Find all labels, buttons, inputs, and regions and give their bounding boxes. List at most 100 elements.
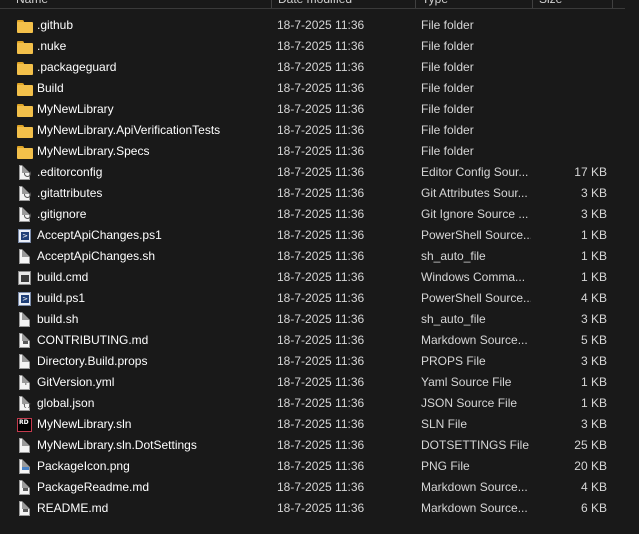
file-type: Windows Comma...: [421, 270, 526, 284]
file-size: 3 KB: [580, 207, 607, 221]
file-name: GitVersion.yml: [37, 375, 115, 389]
powershell-file-icon: >: [17, 225, 33, 246]
file-size: 3 KB: [580, 417, 607, 431]
file-name: .nuke: [37, 39, 67, 53]
file-name: .gitattributes: [37, 186, 103, 200]
file-size: 4 KB: [580, 291, 607, 305]
file-row[interactable]: Directory.Build.props 18-7-2025 11:36 PROP…: [0, 351, 639, 372]
file-name: build.cmd: [37, 270, 89, 284]
file-date-modified: 18-7-2025 11:36: [277, 501, 365, 515]
config-file-icon: [17, 204, 33, 225]
file-row[interactable]: PackageIcon.png 18-7-2025 11:36 PNG File 20…: [0, 456, 639, 477]
file-date-modified: 18-7-2025 11:36: [277, 270, 365, 284]
file-row[interactable]: > AcceptApiChanges.ps1 18-7-2025 11:36 Powe…: [0, 225, 639, 246]
file-size: 25 KB: [574, 438, 607, 452]
file-size: [533, 78, 607, 99]
cmd-file-icon: [17, 267, 33, 288]
folder-icon: [17, 99, 33, 120]
file-size: 1 KB: [580, 375, 607, 389]
blank-file-icon: [17, 246, 33, 267]
rider-solution-icon: RD: [17, 414, 33, 435]
file-row[interactable]: .gitattributes 18-7-2025 11:36 Git Attribu…: [0, 183, 639, 204]
file-name: PackageIcon.png: [37, 459, 130, 473]
file-date-modified: 18-7-2025 11:36: [277, 81, 365, 95]
folder-icon: [17, 36, 33, 57]
file-name: MyNewLibrary.Specs: [37, 144, 150, 158]
file-row[interactable]: MyNewLibrary.sln.DotSettings 18-7-2025 11…: [0, 435, 639, 456]
file-date-modified: 18-7-2025 11:36: [277, 396, 365, 410]
file-date-modified: 18-7-2025 11:36: [277, 333, 365, 347]
column-header-type[interactable]: Type: [416, 0, 533, 8]
file-type: File folder: [421, 102, 474, 116]
file-row[interactable]: RD MyNewLibrary.sln 18-7-2025 11:36 SLN Fil…: [0, 414, 639, 435]
file-row[interactable]: {} global.json 18-7-2025 11:36 JSON Source …: [0, 393, 639, 414]
vertical-scrollbar[interactable]: [625, 0, 639, 534]
file-name: .github: [37, 18, 74, 32]
file-row[interactable]: PackageReadme.md 18-7-2025 11:36 Markdown …: [0, 477, 639, 498]
file-row[interactable]: .editorconfig 18-7-2025 11:36 Editor Confi…: [0, 162, 639, 183]
powershell-file-icon: >: [17, 288, 33, 309]
file-type: Git Attributes Sour...: [421, 186, 528, 200]
file-row[interactable]: MyNewLibrary 18-7-2025 11:36 File folder: [0, 99, 639, 120]
file-date-modified: 18-7-2025 11:36: [277, 417, 365, 431]
file-row[interactable]: f GitVersion.yml 18-7-2025 11:36 Yaml Sourc…: [0, 372, 639, 393]
file-row[interactable]: CONTRIBUTING.md 18-7-2025 11:36 Markdown S…: [0, 330, 639, 351]
file-type: SLN File: [421, 417, 468, 431]
file-name: build.sh: [37, 312, 79, 326]
file-date-modified: 18-7-2025 11:36: [277, 123, 365, 137]
json-file-icon: {}: [17, 393, 33, 414]
file-date-modified: 18-7-2025 11:36: [277, 60, 365, 74]
column-header-row: Name Date modified Type Size: [0, 0, 639, 9]
file-type: JSON Source File: [421, 396, 518, 410]
file-type: Git Ignore Source ...: [421, 207, 529, 221]
column-header-size[interactable]: Size: [533, 0, 613, 8]
file-row[interactable]: .packageguard 18-7-2025 11:36 File folder: [0, 57, 639, 78]
file-row[interactable]: AcceptApiChanges.sh 18-7-2025 11:36 sh_aut…: [0, 246, 639, 267]
file-row[interactable]: .github 18-7-2025 11:36 File folder: [0, 15, 639, 36]
file-size: 3 KB: [580, 186, 607, 200]
file-date-modified: 18-7-2025 11:36: [277, 480, 365, 494]
file-type: sh_auto_file: [421, 249, 486, 263]
column-header-name[interactable]: Name: [10, 0, 272, 8]
file-row[interactable]: MyNewLibrary.ApiVerificationTests 18-7-20…: [0, 120, 639, 141]
file-name: README.md: [37, 501, 109, 515]
file-size: 1 KB: [580, 249, 607, 263]
file-name: .gitignore: [37, 207, 87, 221]
file-type: File folder: [421, 18, 474, 32]
file-size: 3 KB: [580, 312, 607, 326]
file-row[interactable]: .nuke 18-7-2025 11:36 File folder: [0, 36, 639, 57]
folder-icon: [17, 78, 33, 99]
file-type: Markdown Source...: [421, 501, 528, 515]
file-explorer-list: Name Date modified Type Size .github 18-7…: [0, 0, 639, 534]
file-row[interactable]: > build.ps1 18-7-2025 11:36 PowerShell Sour…: [0, 288, 639, 309]
file-size: 17 KB: [574, 165, 607, 179]
file-row[interactable]: build.cmd 18-7-2025 11:36 Windows Comma...…: [0, 267, 639, 288]
file-size: [533, 15, 607, 36]
file-date-modified: 18-7-2025 11:36: [277, 291, 365, 305]
file-row[interactable]: Build 18-7-2025 11:36 File folder: [0, 78, 639, 99]
file-size: 5 KB: [580, 333, 607, 347]
file-size: [533, 99, 607, 120]
file-date-modified: 18-7-2025 11:36: [277, 459, 365, 473]
column-header-date-modified[interactable]: Date modified: [272, 0, 416, 8]
file-date-modified: 18-7-2025 11:36: [277, 207, 365, 221]
file-row[interactable]: README.md 18-7-2025 11:36 Markdown Source.…: [0, 498, 639, 519]
folder-icon: [17, 57, 33, 78]
file-name: AcceptApiChanges.sh: [37, 249, 156, 263]
file-size: 1 KB: [580, 270, 607, 284]
file-size: [533, 120, 607, 141]
folder-icon: [17, 141, 33, 162]
file-date-modified: 18-7-2025 11:36: [277, 354, 365, 368]
file-row[interactable]: build.sh 18-7-2025 11:36 sh_auto_file 3 KB: [0, 309, 639, 330]
file-type: File folder: [421, 144, 474, 158]
file-row[interactable]: MyNewLibrary.Specs 18-7-2025 11:36 File fo…: [0, 141, 639, 162]
file-type: PowerShell Source...: [421, 228, 531, 242]
file-size: 3 KB: [580, 354, 607, 368]
file-date-modified: 18-7-2025 11:36: [277, 375, 365, 389]
file-type: File folder: [421, 81, 474, 95]
file-name: MyNewLibrary.sln.DotSettings: [37, 438, 197, 452]
file-date-modified: 18-7-2025 11:36: [277, 144, 365, 158]
file-name: Build: [37, 81, 64, 95]
file-row[interactable]: .gitignore 18-7-2025 11:36 Git Ignore Sour…: [0, 204, 639, 225]
file-date-modified: 18-7-2025 11:36: [277, 312, 365, 326]
